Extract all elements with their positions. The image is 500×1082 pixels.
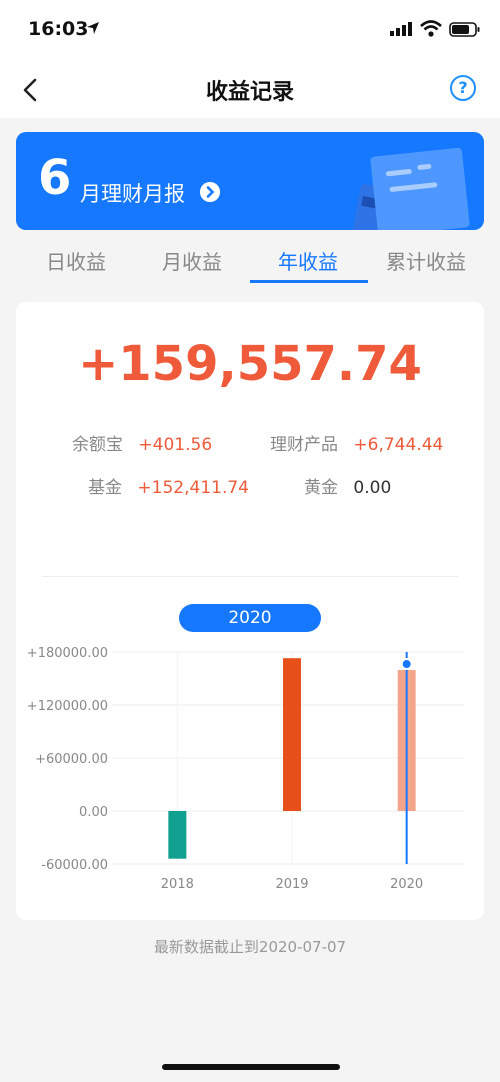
tab-monthly[interactable]: 月收益 (162, 246, 222, 275)
wifi-icon (420, 20, 442, 37)
banner-title: 月理财月报 (80, 182, 185, 206)
monthly-report-banner[interactable]: 6 月理财月报 (16, 132, 484, 230)
chevron-right-icon (200, 182, 220, 202)
yearly-earnings-chart[interactable]: +180000.00 +120000.00 +60000.00 0.00 -60000.… (16, 632, 484, 902)
y-tick-label: 0.00 (79, 805, 108, 820)
bar-2018 (168, 811, 187, 859)
tab-daily[interactable]: 日收益 (46, 246, 106, 275)
x-tick-label: 2020 (390, 877, 423, 892)
battery-icon (449, 22, 480, 37)
summary-label: 基金 (88, 478, 122, 498)
active-tab-indicator (250, 280, 368, 283)
earnings-card: +159,557.74 余额宝 +401.56 理财产品 +6,744.44 基… (16, 302, 484, 920)
location-arrow-icon (87, 22, 99, 34)
navigation-bar: 收益记录 ? (0, 62, 500, 118)
summary-value: +152,411.74 (137, 478, 249, 498)
x-tick-label: 2018 (161, 877, 194, 892)
y-tick-label: -60000.00 (41, 858, 108, 873)
y-tick-label: +120000.00 (27, 699, 108, 714)
help-icon[interactable]: ? (450, 75, 476, 101)
y-tick-label: +60000.00 (35, 752, 108, 767)
summary-value: 0.00 (353, 478, 392, 498)
home-indicator (162, 1064, 340, 1070)
page-title: 收益记录 (205, 80, 294, 105)
summary-label: 黄金 (304, 478, 338, 498)
selected-year-pill[interactable]: 2020 (179, 604, 321, 632)
x-tick-label: 2019 (275, 877, 308, 892)
summary-item-wealth-products: 理财产品 +6,744.44 (270, 430, 443, 455)
tab-yearly[interactable]: 年收益 (278, 246, 338, 275)
signal-icon (390, 22, 412, 36)
banner-month-number: 6 (38, 150, 72, 206)
bar-2019 (283, 658, 301, 811)
earnings-tabs: 日收益 月收益 年收益 累计收益 (0, 236, 500, 284)
summary-item-gold: 黄金 0.00 (304, 473, 391, 498)
selection-cursor-dot (400, 658, 413, 671)
y-tick-label: +180000.00 (27, 646, 108, 661)
summary-item-yuebao: 余额宝 +401.56 (72, 430, 212, 455)
status-bar: 16:03 (0, 0, 500, 62)
summary-value: +6,744.44 (353, 435, 444, 455)
status-time: 16:03 (28, 18, 89, 40)
total-earnings: +159,557.74 (78, 336, 422, 392)
summary-item-funds: 基金 +152,411.74 (88, 473, 249, 498)
divider (42, 576, 458, 577)
summary-label: 理财产品 (270, 435, 338, 455)
summary-value: +401.56 (138, 435, 213, 455)
tab-cumulative[interactable]: 累计收益 (386, 246, 466, 275)
summary-label: 余额宝 (72, 435, 123, 455)
data-cutoff-note: 最新数据截止到2020-07-07 (153, 938, 347, 956)
document-illustration-icon (352, 147, 470, 230)
